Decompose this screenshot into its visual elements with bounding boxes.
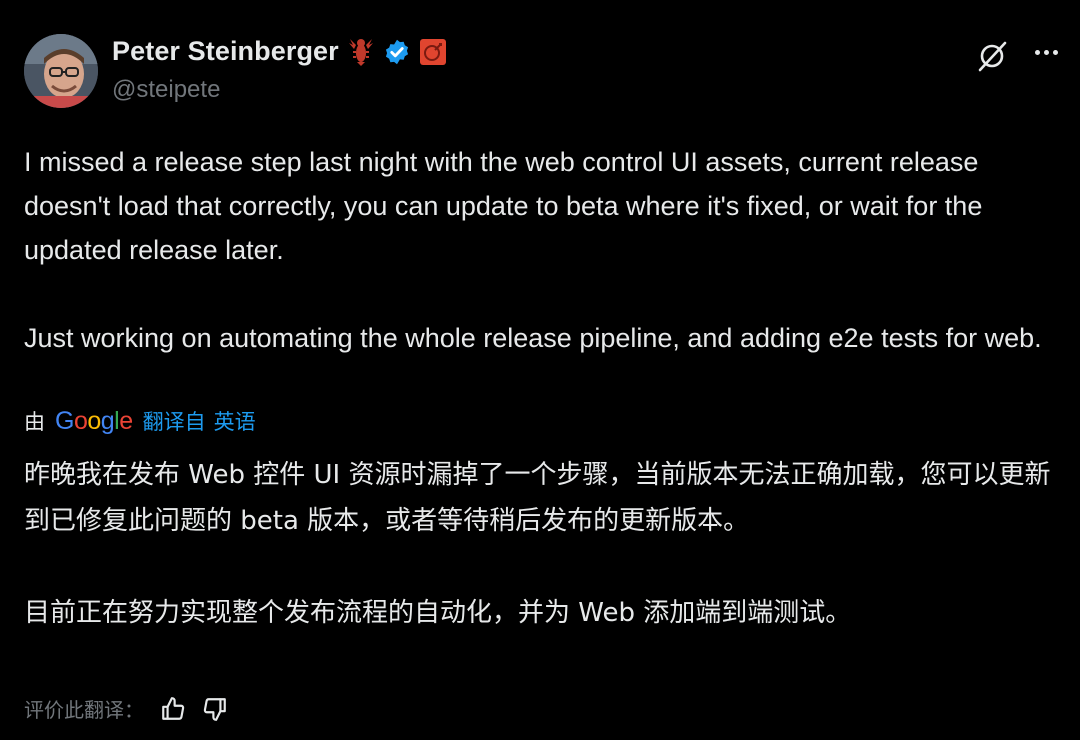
translated-from-link[interactable]: 翻译自: [143, 406, 206, 436]
affiliate-badge-icon[interactable]: [419, 38, 447, 66]
thumbs-up-icon[interactable]: [160, 696, 186, 722]
grok-icon[interactable]: [974, 38, 1010, 74]
rate-translation-label: 评价此翻译：: [24, 698, 144, 722]
lobster-icon: [347, 37, 375, 67]
source-language-link[interactable]: 英语: [214, 406, 256, 436]
translated-by-label: 由: [24, 410, 45, 434]
avatar[interactable]: [24, 34, 98, 108]
thumbs-down-icon[interactable]: [202, 696, 228, 722]
author-name[interactable]: Peter Steinberger: [112, 36, 339, 67]
translated-text: 昨晚我在发布 Web 控件 UI 资源时漏掉了一个步骤，当前版本无法正确加载，您…: [24, 452, 1054, 636]
more-dot: [1044, 50, 1049, 55]
translation-attribution: 由 Google 翻译自 英语: [24, 406, 256, 436]
tweet-text: I missed a release step last night with …: [24, 140, 1054, 360]
translated-paragraph: 昨晚我在发布 Web 控件 UI 资源时漏掉了一个步骤，当前版本无法正确加载，您…: [24, 460, 1051, 536]
tweet-paragraph: Just working on automating the whole rel…: [24, 323, 1042, 353]
author-handle[interactable]: @steipete: [112, 76, 220, 104]
google-logo: Google: [55, 406, 133, 435]
more-dot: [1053, 50, 1058, 55]
avatar-image: [24, 34, 98, 108]
tweet-card: Peter Steinberger @steipete I missed a r…: [0, 0, 1080, 740]
translated-paragraph: 目前正在努力实现整个发布流程的自动化，并为 Web 添加端到端测试。: [24, 598, 852, 628]
rate-translation-row: 评价此翻译：: [24, 694, 228, 723]
author-name-row: Peter Steinberger: [112, 36, 447, 67]
more-dot: [1035, 50, 1040, 55]
more-icon[interactable]: [1035, 50, 1058, 55]
verified-badge-icon[interactable]: [383, 38, 411, 66]
tweet-paragraph: I missed a release step last night with …: [24, 147, 983, 265]
